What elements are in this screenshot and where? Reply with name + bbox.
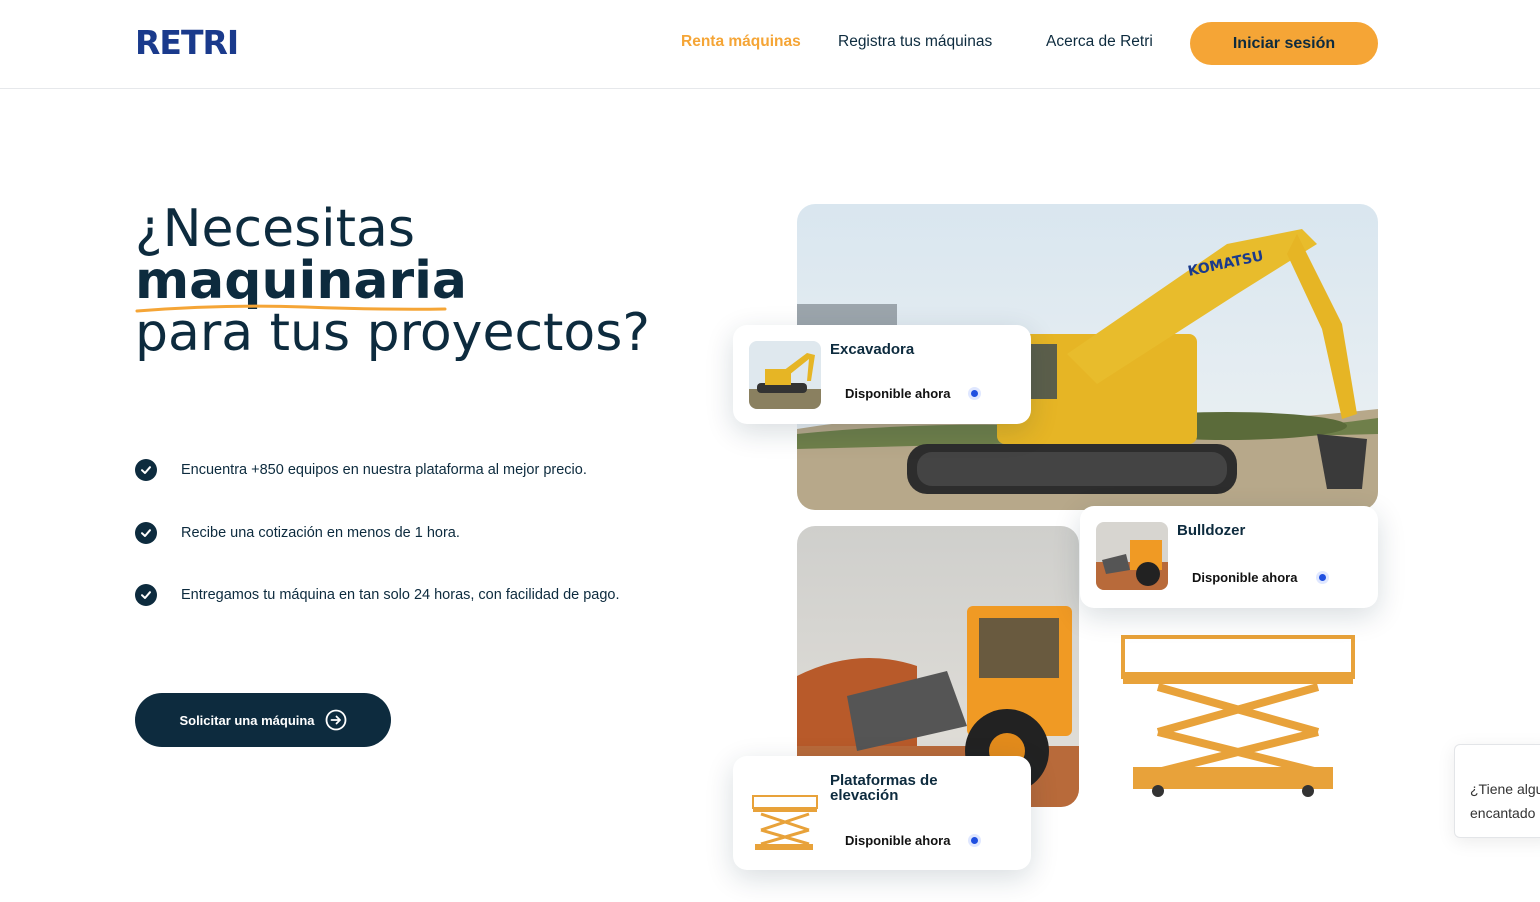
check-icon (135, 459, 157, 481)
request-machine-button[interactable]: Solicitar una máquina (135, 693, 391, 747)
status-dot-icon (968, 387, 981, 400)
check-icon (135, 584, 157, 606)
card-title: Bulldozer (1177, 522, 1246, 539)
login-button[interactable]: Iniciar sesión (1190, 22, 1378, 65)
chat-line-2: encantado (1470, 805, 1536, 821)
bulldozer-thumbnail (1096, 522, 1168, 590)
scissor-lift-thumbnail (749, 786, 821, 854)
top-navbar: RETRI Renta máquinas Registra tus máquin… (0, 0, 1540, 89)
request-machine-label: Solicitar una máquina (179, 712, 315, 728)
chat-message: ¿Tiene algu encantado (1470, 777, 1540, 825)
hero-title-line-1: ¿Necesitas (135, 199, 415, 259)
feature-text: Encuentra +850 equipos en nuestra plataf… (181, 462, 587, 478)
feature-item: Entregamos tu máquina en tan solo 24 hor… (135, 584, 620, 606)
feature-item: Recibe una cotización en menos de 1 hora… (135, 522, 460, 544)
feature-item: Encuentra +850 equipos en nuestra plataf… (135, 459, 587, 481)
nav-acerca-de-retri[interactable]: Acerca de Retri (1046, 33, 1153, 51)
nav-registra-maquinas[interactable]: Registra tus máquinas (838, 33, 992, 51)
hero-title: ¿Necesitas maquinaria para tus proyectos… (135, 203, 650, 359)
card-title: Excavadora (830, 341, 915, 358)
feature-text: Recibe una cotización en menos de 1 hora… (181, 525, 460, 541)
scissor-lift-image (1118, 607, 1362, 797)
logo-text: RETRI (135, 23, 239, 62)
underline-swoosh-icon (135, 304, 447, 313)
availability-status: Disponible ahora (1192, 570, 1298, 585)
card-title: Plataformas de elevación (830, 772, 938, 804)
chat-line-1: ¿Tiene algu (1470, 781, 1540, 797)
status-dot-icon (968, 834, 981, 847)
availability-status: Disponible ahora (845, 386, 951, 401)
check-icon (135, 522, 157, 544)
feature-text: Entregamos tu máquina en tan solo 24 hor… (181, 587, 620, 603)
availability-status: Disponible ahora (845, 833, 951, 848)
chat-popup[interactable]: ¿Tiene algu encantado (1454, 744, 1540, 838)
arrow-right-circle-icon (325, 709, 346, 731)
excavator-thumbnail (749, 341, 821, 409)
status-dot-icon (1316, 571, 1329, 584)
machine-card-plataformas[interactable]: Plataformas de elevación Disponible ahor… (733, 756, 1031, 870)
machine-card-bulldozer[interactable]: Bulldozer Disponible ahora (1080, 506, 1378, 608)
nav-renta-maquinas[interactable]: Renta máquinas (681, 33, 801, 51)
machine-card-excavadora[interactable]: Excavadora Disponible ahora (733, 325, 1031, 424)
hero-title-highlight: maquinaria (135, 255, 467, 313)
retri-logo[interactable]: RETRI (135, 23, 239, 62)
